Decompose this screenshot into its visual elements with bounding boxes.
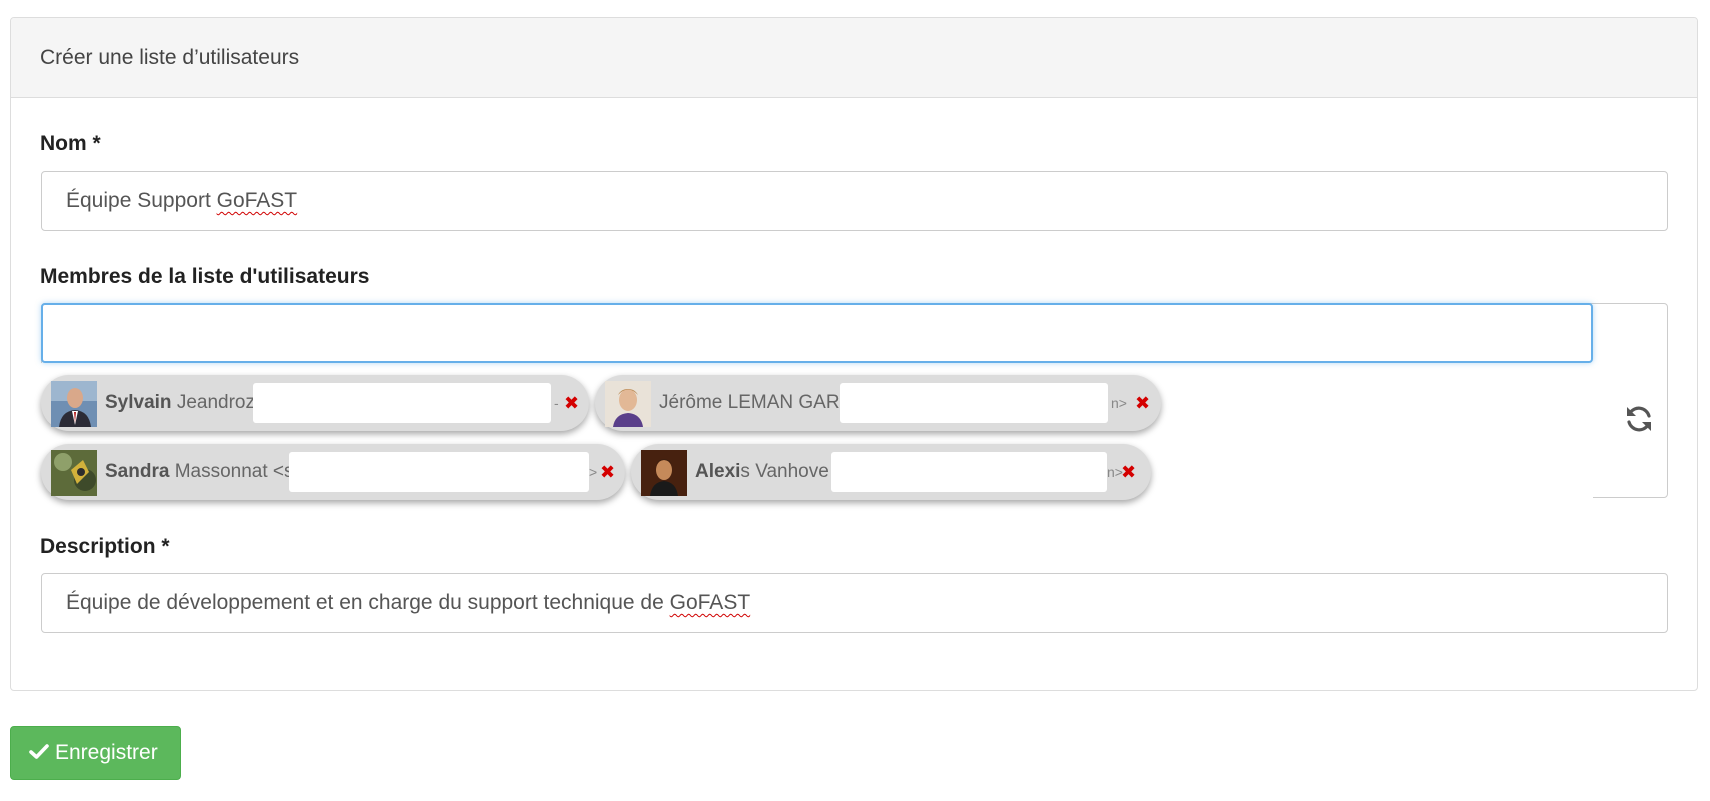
member-avatar-4 — [641, 450, 687, 496]
members-label: Membres de la liste d'utilisateurs — [40, 265, 370, 288]
member-avatar-1 — [51, 381, 97, 427]
name-input-value: Équipe Support — [66, 189, 217, 212]
members-search-input[interactable] — [41, 303, 1593, 363]
description-input[interactable]: Équipe de développement et en charge du … — [41, 573, 1668, 633]
remove-member-1-icon[interactable]: ✖ — [564, 375, 579, 431]
member-email-tail-2: n> — [1111, 395, 1127, 411]
description-input-flagged-word: GoFAST — [669, 591, 751, 614]
check-icon — [29, 727, 51, 779]
member-tag-4: Alexis Vanhove < n> ✖ — [631, 444, 1151, 500]
description-label: Description * — [40, 535, 170, 558]
member-tag-2: Jérôme LEMAN GARIN < n> ✖ — [595, 375, 1161, 431]
member-avatar-2 — [605, 381, 651, 427]
member-name-4: Alexis Vanhove < — [695, 461, 846, 482]
panel-title: Créer une liste d’utilisateurs — [11, 18, 1697, 98]
create-user-list-panel: Créer une liste d’utilisateurs Nom * Équ… — [10, 17, 1698, 691]
remove-member-4-icon[interactable]: ✖ — [1121, 444, 1136, 500]
member-tag-1: Sylvain Jeandroz - ✖ — [41, 375, 589, 431]
name-input[interactable]: Équipe Support GoFAST — [41, 171, 1668, 231]
remove-member-2-icon[interactable]: ✖ — [1135, 375, 1150, 431]
name-label: Nom * — [40, 132, 101, 155]
member-name-3: Sandra Massonnat <s — [105, 461, 294, 482]
description-input-value: Équipe de développement et en charge du … — [66, 591, 670, 614]
refresh-icon[interactable] — [1624, 404, 1654, 434]
member-name-1: Sylvain Jeandroz — [105, 392, 255, 413]
member-email-redacted-4 — [831, 452, 1107, 492]
save-button-label: Enregistrer — [55, 741, 158, 764]
member-email-redacted-2 — [840, 383, 1108, 423]
remove-member-3-icon[interactable]: ✖ — [600, 444, 615, 500]
member-avatar-3 — [51, 450, 97, 496]
member-email-tail-3: > — [589, 464, 598, 480]
member-email-tail-1: - — [554, 395, 559, 411]
member-email-redacted-1 — [253, 383, 551, 423]
member-tag-3: Sandra Massonnat <s > ✖ — [41, 444, 625, 500]
save-button[interactable]: Enregistrer — [10, 726, 181, 780]
name-input-flagged-word: GoFAST — [216, 189, 298, 212]
member-email-redacted-3 — [289, 452, 589, 492]
